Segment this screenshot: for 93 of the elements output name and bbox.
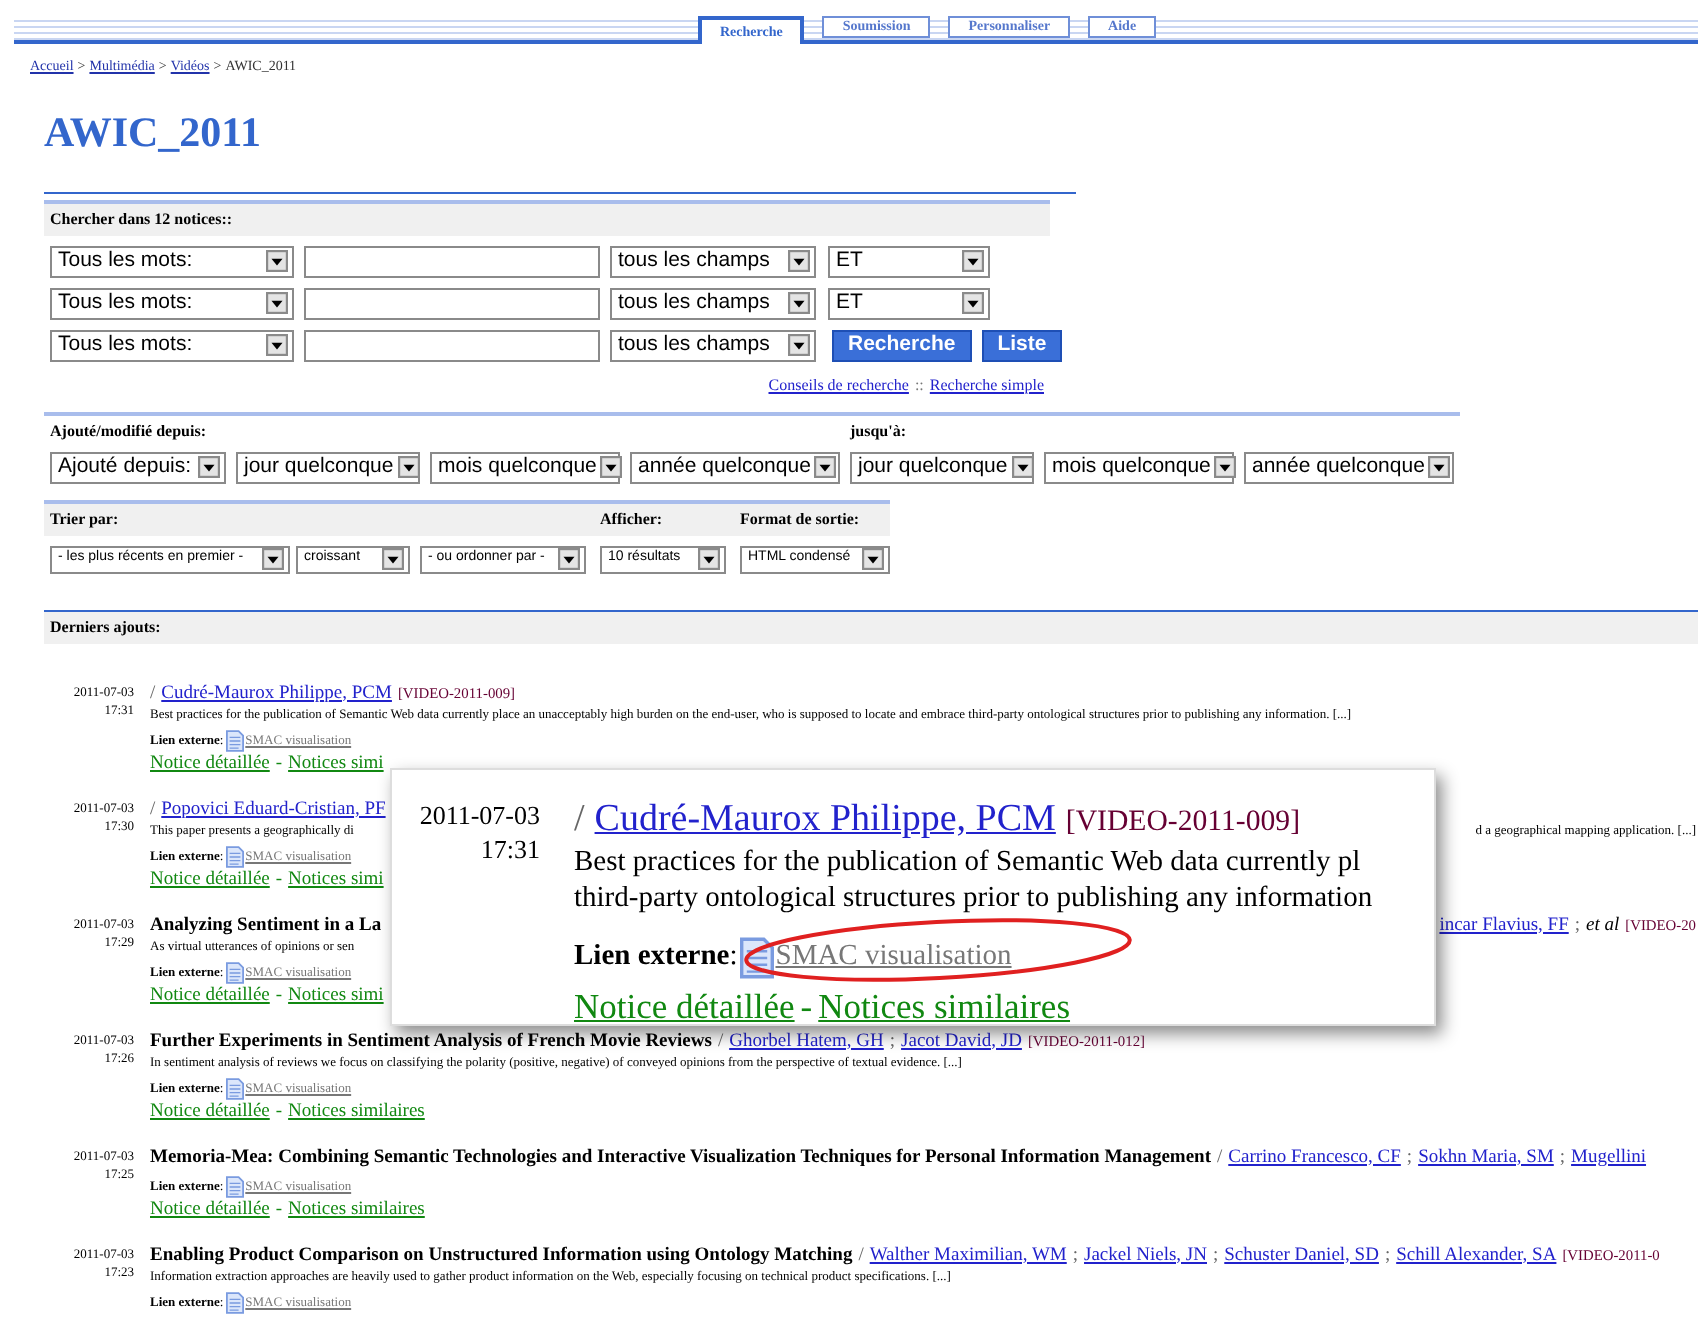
record-title: Analyzing Sentiment in a La xyxy=(150,913,382,937)
document-icon xyxy=(225,729,244,751)
separator: - xyxy=(275,1099,283,1123)
select-field[interactable]: année quelconque xyxy=(630,451,840,483)
select-field[interactable]: Tous les mots: xyxy=(50,245,294,277)
record-link[interactable]: Notice détaillée xyxy=(150,983,270,1007)
record-time: 17:31 xyxy=(480,832,540,866)
record-link[interactable]: Notices similaires xyxy=(818,984,1071,1024)
page-title: AWIC_2011 xyxy=(44,111,264,153)
record-link[interactable]: Notice détaillée xyxy=(574,984,795,1024)
record-title: Enabling Product Comparison on Unstructured Information using Ontology Matching xyxy=(150,1243,853,1267)
author-link[interactable]: incar Flavius, FF xyxy=(1439,913,1569,937)
record-link[interactable]: Notices similaires xyxy=(288,1099,425,1123)
abstract-line: Best practices for the publication of Semantic Web data currently pl xyxy=(574,844,1363,880)
author-link[interactable]: Popovici Eduard-Cristian, PF xyxy=(161,797,386,821)
report-number: [VIDEO-2011-009] xyxy=(1065,804,1301,842)
record-date: 2011-07-03 xyxy=(419,798,540,832)
select-field[interactable]: jour quelconque xyxy=(236,451,420,483)
author-link[interactable]: Schuster Daniel, SD xyxy=(1224,1243,1379,1267)
record-title: Further Experiments in Sentiment Analysis of French Movie Reviews xyxy=(150,1029,712,1053)
section-heading: jusqu'à: xyxy=(850,419,907,443)
select-field[interactable]: tous les champs xyxy=(610,329,816,361)
separator: ; xyxy=(1213,1243,1219,1267)
separator: - xyxy=(275,867,283,891)
separator: :: xyxy=(914,373,924,397)
record-link[interactable]: Notices simi xyxy=(288,751,384,775)
help-link[interactable]: Conseils de recherche xyxy=(768,373,909,397)
separator: / xyxy=(1217,1145,1223,1169)
record-link[interactable]: Notices simi xyxy=(288,983,384,1007)
separator: ; xyxy=(1574,913,1580,937)
separator: / xyxy=(150,681,156,705)
record-title: Memoria-Mea: Combining Semantic Technologies and Interactive Visualization Techniques for Personal Information Management xyxy=(150,1145,1211,1169)
select-field[interactable]: ET xyxy=(828,287,990,319)
author-link[interactable]: Cudré-Maurox Philippe, PCM xyxy=(594,798,1056,842)
section-heading: Trier par: xyxy=(50,507,121,531)
author-link[interactable]: Jacot David, JD xyxy=(901,1029,1022,1053)
section-heading: Format de sortie: xyxy=(740,507,860,531)
separator: - xyxy=(275,983,283,1007)
separator: ; xyxy=(1559,1145,1566,1169)
document-icon xyxy=(225,1077,244,1099)
separator: ; xyxy=(889,1029,896,1053)
abstract-line: third-party ontological structures prior to publishing any information xyxy=(574,880,1373,916)
author-link[interactable]: Cudré-Maurox Philippe, PCM xyxy=(161,681,392,705)
link-label: Lien externe: xyxy=(574,938,738,977)
author-link[interactable]: Carrino Francesco, CF xyxy=(1228,1145,1401,1169)
et-al-label: et al xyxy=(1586,913,1620,937)
section-heading: Derniers ajouts: xyxy=(44,611,1698,643)
record-link[interactable]: Notice détaillée xyxy=(150,1197,270,1221)
separator: - xyxy=(800,984,813,1024)
author-link[interactable]: Walther Maximilian, WM xyxy=(869,1243,1067,1267)
select-field[interactable]: Tous les mots: xyxy=(50,329,294,361)
select-field[interactable]: mois quelconque xyxy=(1044,451,1234,483)
author-link[interactable]: Jackel Niels, JN xyxy=(1084,1243,1207,1267)
external-link[interactable]: SMAC visualisation xyxy=(739,936,1012,980)
section-heading: Ajouté/modifié depuis: xyxy=(50,419,208,443)
select-field[interactable]: Ajouté depuis: xyxy=(50,451,226,483)
record-link[interactable]: Notice détaillée xyxy=(150,867,270,891)
separator: / xyxy=(150,797,156,821)
select-field[interactable]: tous les champs xyxy=(610,245,816,277)
separator: ; xyxy=(1406,1145,1413,1169)
list-button[interactable]: Liste xyxy=(981,329,1063,361)
record-link[interactable]: Notices similaires xyxy=(288,1197,425,1221)
section-heading: Chercher dans 12 notices:: xyxy=(44,203,1050,235)
author-link[interactable]: Ghorbel Hatem, GH xyxy=(729,1029,884,1053)
document-icon xyxy=(225,1175,244,1197)
record-link[interactable]: Notices simi xyxy=(288,867,384,891)
separator: ; xyxy=(1384,1243,1391,1267)
separator: / xyxy=(858,1243,864,1267)
select-field[interactable]: année quelconque xyxy=(1244,451,1454,483)
search-input[interactable] xyxy=(304,329,600,361)
document-icon xyxy=(225,1291,244,1313)
author-link[interactable]: Mugellini xyxy=(1571,1145,1647,1169)
document-icon xyxy=(225,961,244,983)
select-field[interactable]: Tous les mots: xyxy=(50,287,294,319)
separator: ; xyxy=(1072,1243,1079,1267)
section-heading: Afficher: xyxy=(600,507,665,531)
separator: / xyxy=(574,798,585,842)
author-link[interactable]: Schill Alexander, SA xyxy=(1396,1243,1557,1267)
author-link[interactable]: Sokhn Maria, SM xyxy=(1418,1145,1554,1169)
select-field[interactable]: tous les champs xyxy=(610,287,816,319)
separator: - xyxy=(275,1197,283,1221)
search-input[interactable] xyxy=(304,287,600,319)
select-field[interactable]: ET xyxy=(828,245,990,277)
select-field[interactable]: mois quelconque xyxy=(430,451,620,483)
separator: / xyxy=(717,1029,724,1053)
search-input[interactable] xyxy=(304,245,600,277)
help-link[interactable]: Recherche simple xyxy=(929,373,1044,397)
record-link[interactable]: Notice détaillée xyxy=(150,1099,270,1123)
document-icon xyxy=(225,845,244,867)
select-field[interactable]: jour quelconque xyxy=(850,451,1034,483)
record-link[interactable]: Notice détaillée xyxy=(150,751,270,775)
search-button[interactable]: Recherche xyxy=(832,329,972,361)
separator: - xyxy=(275,751,283,775)
